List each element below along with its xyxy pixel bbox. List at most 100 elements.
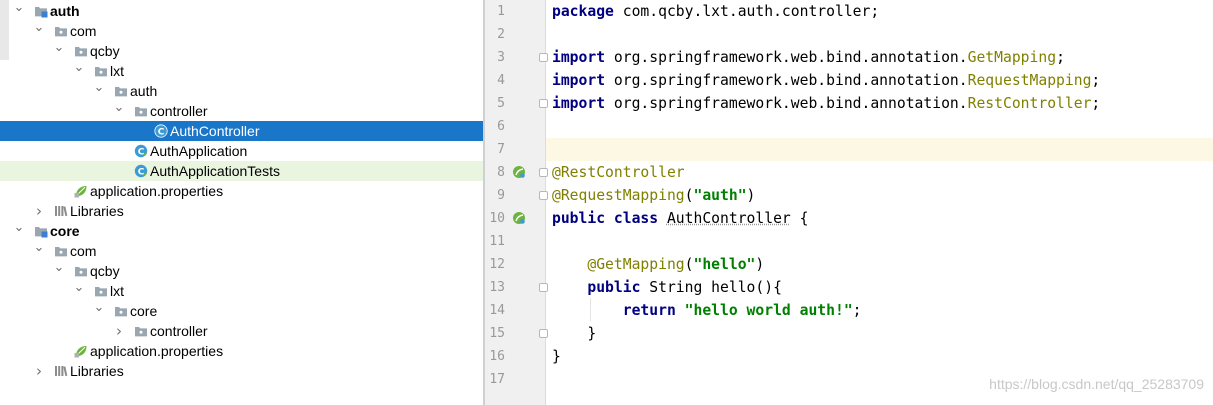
tree-node[interactable]: C AuthApplicationTests	[0, 161, 483, 181]
package-folder-icon	[74, 44, 88, 58]
tree-node[interactable]: ⌄ com	[0, 21, 483, 41]
code-token: String hello(){	[640, 279, 782, 296]
line-number: 16	[489, 349, 505, 364]
tree-node-label: core	[130, 303, 158, 319]
line-number: 10	[489, 211, 505, 226]
spring-bean-icon[interactable]	[512, 165, 526, 179]
code-token: "hello"	[693, 256, 756, 273]
code-line[interactable]: @RequestMapping("auth")	[552, 184, 755, 207]
tree-node-label: qcby	[90, 263, 120, 279]
code-token: @RestController	[552, 164, 685, 181]
fold-marker-icon[interactable]	[539, 168, 548, 177]
tree-node[interactable]: application.properties	[0, 341, 483, 361]
tree-node-label: Libraries	[70, 363, 124, 379]
spring-bean-icon[interactable]	[512, 211, 526, 225]
fold-marker-icon[interactable]	[539, 53, 548, 62]
package-folder-icon	[134, 324, 148, 338]
fold-marker-icon[interactable]	[539, 99, 548, 108]
code-token: )	[746, 187, 756, 204]
spring-properties-icon	[74, 344, 88, 358]
code-line[interactable]: return "hello world auth!";	[552, 299, 862, 322]
line-number: 7	[497, 142, 505, 157]
tree-node-label: qcby	[90, 43, 120, 59]
tree-node[interactable]: › controller	[0, 321, 483, 341]
code-token: GetMapping	[967, 49, 1057, 66]
line-number: 6	[497, 119, 505, 134]
code-line[interactable]: import org.springframework.web.bind.anno…	[552, 46, 1065, 69]
code-line[interactable]: public String hello(){	[552, 276, 782, 299]
code-token: @RequestMapping	[552, 187, 685, 204]
tree-node[interactable]: › Libraries	[0, 201, 483, 221]
chevron-down-icon[interactable]: ⌄	[32, 21, 46, 41]
tree-node[interactable]: ⌄ core	[0, 221, 483, 241]
code-line[interactable]: package com.qcby.lxt.auth.controller;	[552, 0, 879, 23]
chevron-right-icon[interactable]: ›	[32, 361, 46, 381]
chevron-right-icon[interactable]: ›	[112, 321, 126, 341]
tree-node[interactable]: ⌄ lxt	[0, 61, 483, 81]
chevron-right-icon[interactable]: ›	[32, 201, 46, 221]
code-token: )	[755, 256, 765, 273]
code-line[interactable]: @GetMapping("hello")	[552, 253, 764, 276]
tree-node[interactable]: ⌄ qcby	[0, 261, 483, 281]
chevron-down-icon[interactable]: ⌄	[12, 221, 26, 241]
code-line[interactable]: import org.springframework.web.bind.anno…	[552, 92, 1100, 115]
chevron-down-icon[interactable]: ⌄	[32, 241, 46, 261]
spring-properties-icon	[74, 184, 88, 198]
spring-class-icon: C	[134, 164, 148, 178]
package-folder-icon	[94, 284, 108, 298]
fold-marker-icon[interactable]	[539, 283, 548, 292]
chevron-down-icon[interactable]: ⌄	[92, 81, 106, 101]
chevron-down-icon[interactable]: ⌄	[52, 41, 66, 61]
tree-node[interactable]: C AuthApplication	[0, 141, 483, 161]
code-line[interactable]: public class AuthController {	[552, 207, 808, 230]
code-token: "hello world auth!"	[684, 302, 853, 319]
tree-node-label: controller	[150, 103, 208, 119]
code-token: return	[622, 302, 676, 319]
tree-node[interactable]: ⌄ qcby	[0, 41, 483, 61]
tree-node[interactable]: ⌄ com	[0, 241, 483, 261]
code-token: ;	[1056, 49, 1065, 66]
package-folder-icon	[94, 64, 108, 78]
chevron-down-icon[interactable]: ⌄	[92, 301, 106, 321]
line-number: 4	[497, 73, 505, 88]
chevron-down-icon[interactable]: ⌄	[72, 61, 86, 81]
line-number: 9	[497, 188, 505, 203]
code-token: }	[552, 348, 561, 365]
fold-marker-icon[interactable]	[539, 329, 548, 338]
chevron-down-icon[interactable]: ⌄	[12, 1, 26, 21]
tree-node[interactable]: application.properties	[0, 181, 483, 201]
package-folder-icon	[54, 24, 68, 38]
project-tree-panel[interactable]: ⌄ auth ⌄ com ⌄ qcby ⌄ lxt ⌄ auth ⌄ controller C AuthC…	[0, 0, 483, 405]
tree-node[interactable]: ⌄ lxt	[0, 281, 483, 301]
line-number: 3	[497, 50, 505, 65]
tree-node[interactable]: ⌄ auth	[0, 1, 483, 21]
chevron-down-icon[interactable]: ⌄	[52, 261, 66, 281]
code-line[interactable]: @RestController	[552, 161, 685, 184]
code-line[interactable]: }	[552, 345, 561, 368]
chevron-down-icon[interactable]: ⌄	[112, 101, 126, 121]
code-line[interactable]: }	[552, 322, 596, 345]
chevron-down-icon[interactable]: ⌄	[72, 281, 86, 301]
line-number: 17	[489, 372, 505, 387]
tree-node-label: Libraries	[70, 203, 124, 219]
tree-node[interactable]: › Libraries	[0, 361, 483, 381]
code-line[interactable]: import org.springframework.web.bind.anno…	[552, 69, 1100, 92]
libraries-icon	[54, 364, 68, 378]
fold-marker-icon[interactable]	[539, 191, 548, 200]
code-token: RequestMapping	[967, 72, 1092, 89]
line-number: 13	[489, 280, 505, 295]
line-number: 12	[489, 257, 505, 272]
tree-node[interactable]: ⌄ core	[0, 301, 483, 321]
package-folder-icon	[114, 304, 128, 318]
module-folder-icon	[34, 224, 48, 238]
tree-node-label: com	[70, 23, 97, 39]
code-token: ;	[852, 302, 862, 319]
tree-node-label: core	[50, 223, 80, 239]
tree-node[interactable]: ⌄ auth	[0, 81, 483, 101]
tree-node[interactable]: C AuthController	[0, 121, 483, 141]
code-token: (	[684, 256, 694, 273]
tree-node[interactable]: ⌄ controller	[0, 101, 483, 121]
tree-node-label: application.properties	[90, 343, 224, 359]
